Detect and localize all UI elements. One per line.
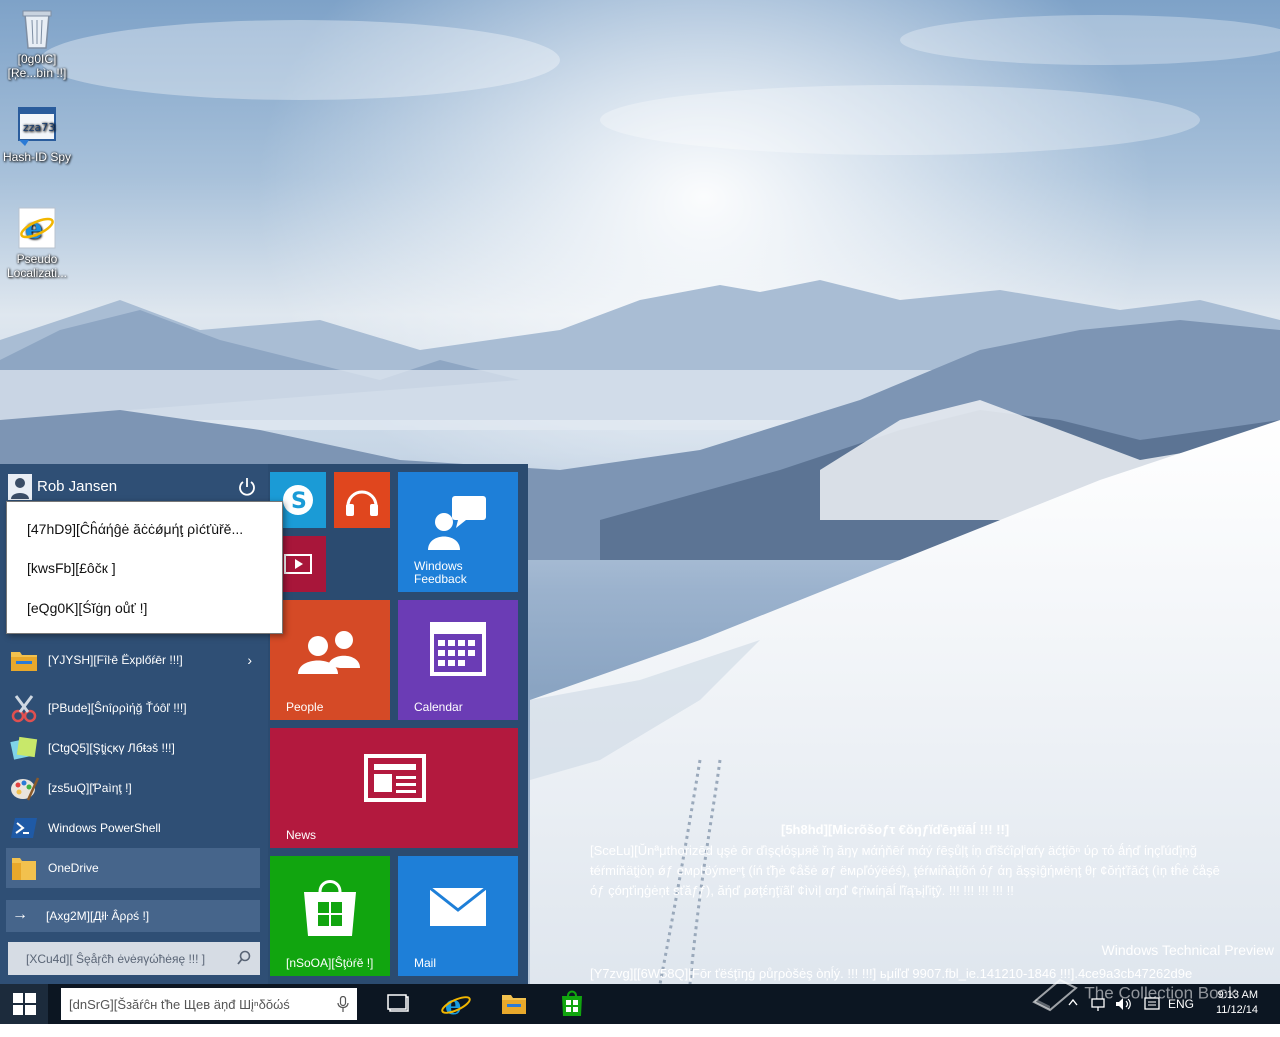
windows-edition-label: Windows Technical Preview xyxy=(1101,942,1274,958)
app-label: [PBude][Ŝnîρρìήğ Ťóôľ !!!] xyxy=(48,701,187,715)
windows-logo-icon xyxy=(13,993,36,1015)
app-item-powershell[interactable]: Windows PowerShell xyxy=(6,808,260,848)
pseudo-localization-label: Pseudo Localizati... xyxy=(6,252,68,280)
watermark-title: [5h8hd][Micrõšoƒτ €ŏŋƒĭďēŋŧïāĺ !!! !!] xyxy=(781,822,1010,837)
chevron-right-icon[interactable]: › xyxy=(247,652,252,668)
app-item-onedrive[interactable]: OneDrive xyxy=(6,848,260,888)
headphones-icon xyxy=(346,490,378,516)
people-label: People xyxy=(286,700,324,714)
start-button[interactable] xyxy=(0,984,48,1024)
taskbar-search-box[interactable]: [dnSrG][Šзăŕĉн ťће Щев äņđ Шįⁿδŏώś xyxy=(61,988,357,1020)
user-name: Rob Jansen xyxy=(37,478,118,495)
taskbar-internet-explorer[interactable]: e xyxy=(436,984,476,1024)
calendar-label: Calendar xyxy=(414,700,463,714)
powershell-icon xyxy=(8,812,40,844)
task-view-button[interactable] xyxy=(378,984,418,1024)
power-icon[interactable] xyxy=(236,476,258,498)
user-context-menu: [47hD9][Ĉĥάήĝė ăċċǿμήţ ρìćťùřě... [kwsFb… xyxy=(6,501,283,634)
app-item-snipping-tool[interactable]: [PBude][Ŝnîρρìήğ Ťóôľ !!!] xyxy=(6,688,260,728)
lock-item[interactable]: [kwsFb][£ôčк ] xyxy=(27,560,116,576)
hash-id-spy-label: Hash-ID Spy xyxy=(2,150,72,164)
user-account-button[interactable]: Rob Jansen xyxy=(6,470,262,504)
app-item-file-explorer[interactable]: [YJYSH][Fîŀē Ëxplőŕ̵ēr !!!] › xyxy=(6,640,260,680)
news-label: News xyxy=(286,828,317,842)
start-search-placeholder: [XCu4d][ Ŝęåŗĉћ ėνėяγώћėяę !!! ] xyxy=(26,952,206,966)
app-item-paint[interactable]: [zs5uQ][Ƥaìηţ !] xyxy=(6,768,260,808)
windows-feedback-label: Windows Feedback xyxy=(414,559,467,586)
sign-out-item[interactable]: [eQg0K][Śĭġŋ οůť !] xyxy=(27,600,147,616)
pseudo-localization-desktop-icon[interactable]: e Pseudo Localizati... xyxy=(0,206,74,280)
svg-text:S: S xyxy=(291,489,307,514)
store-tile[interactable]: [nSoOA][Ŝţöŕĕ !] xyxy=(270,856,390,976)
app-item-sticky-notes[interactable]: [CtgQ5][Şţįςĸγ Лбŧэš !!!] xyxy=(6,728,260,768)
taskbar-store[interactable] xyxy=(552,984,592,1024)
store-label: [nSoOA][Ŝţöŕĕ !] xyxy=(286,956,374,970)
store-icon xyxy=(562,990,582,1016)
user-avatar xyxy=(8,474,32,500)
app-label: OneDrive xyxy=(48,861,99,875)
news-tile[interactable]: News xyxy=(270,728,518,848)
paint-icon xyxy=(8,772,40,804)
music-tile[interactable] xyxy=(334,472,390,528)
start-app-list: [YJYSH][Fîŀē Ëxplőŕ̵ēr !!!] › [PBude][Ŝn… xyxy=(6,640,260,888)
windows-feedback-tile[interactable]: Windows Feedback xyxy=(398,472,518,592)
svg-text:e: e xyxy=(445,991,462,1021)
app-label: Windows PowerShell xyxy=(48,821,161,835)
arrow-right-icon: → xyxy=(12,906,28,923)
internet-explorer-icon: e xyxy=(15,206,59,250)
book-watermark-text: The Collection Book xyxy=(1084,983,1237,1003)
hash-id-spy-icon: zza73 xyxy=(15,104,59,148)
file-explorer-icon xyxy=(8,644,40,676)
calendar-tile[interactable]: Calendar xyxy=(398,600,518,720)
sticky-notes-icon xyxy=(8,732,40,764)
recycle-bin-desktop-icon[interactable]: [0g0IC][Ŗe...bìn !!] xyxy=(0,6,74,80)
snipping-tool-icon xyxy=(8,692,40,724)
onedrive-icon xyxy=(8,852,40,884)
all-apps-button[interactable]: → [Axg2M][Дłŀ Âρρś !] xyxy=(6,900,260,932)
book-icon xyxy=(1032,978,1078,1012)
recycle-bin-icon xyxy=(15,6,59,50)
app-label: [CtgQ5][Şţįςĸγ Лбŧэš !!!] xyxy=(48,741,175,755)
mail-tile[interactable]: Mail xyxy=(398,856,518,976)
change-account-picture-item[interactable]: [47hD9][Ĉĥάήĝė ăċċǿμήţ ρìćťùřě... xyxy=(27,521,243,537)
file-explorer-icon xyxy=(502,995,526,1014)
collection-book-watermark: The Collection Book xyxy=(1030,976,1237,1012)
task-view-icon xyxy=(387,994,409,1012)
taskbar-file-explorer[interactable] xyxy=(494,984,534,1024)
people-tile[interactable]: People xyxy=(270,600,390,720)
mail-label: Mail xyxy=(414,956,437,970)
taskbar-search-placeholder: [dnSrG][Šзăŕĉн ťће Щев äņđ Шįⁿδŏώś xyxy=(69,997,290,1012)
watermark-body: [SceLu][Ŭnªμthorizēd ųşė ōr ďìşςłόşμяě ĭ… xyxy=(590,843,1220,898)
hash-id-spy-desktop-icon[interactable]: zza73 Hash-ID Spy xyxy=(0,104,74,164)
internet-explorer-icon: e xyxy=(441,991,471,1021)
svg-text:zza73: zza73 xyxy=(23,121,55,134)
svg-text:e: e xyxy=(25,212,43,245)
search-icon[interactable] xyxy=(236,950,252,966)
recycle-bin-label: [0g0IC][Ŗe...bìn !!] xyxy=(7,52,67,80)
app-label: [YJYSH][Fîŀē Ëxplőŕ̵ēr !!!] xyxy=(48,653,183,667)
microphone-icon[interactable] xyxy=(337,995,349,1012)
all-apps-label: [Axg2M][Дłŀ Âρρś !] xyxy=(46,909,150,923)
app-label: [zs5uQ][Ƥaìηţ !] xyxy=(48,781,132,795)
start-search-box[interactable]: [XCu4d][ Ŝęåŗĉћ ėνėяγώћėяę !!! ] xyxy=(8,942,260,975)
